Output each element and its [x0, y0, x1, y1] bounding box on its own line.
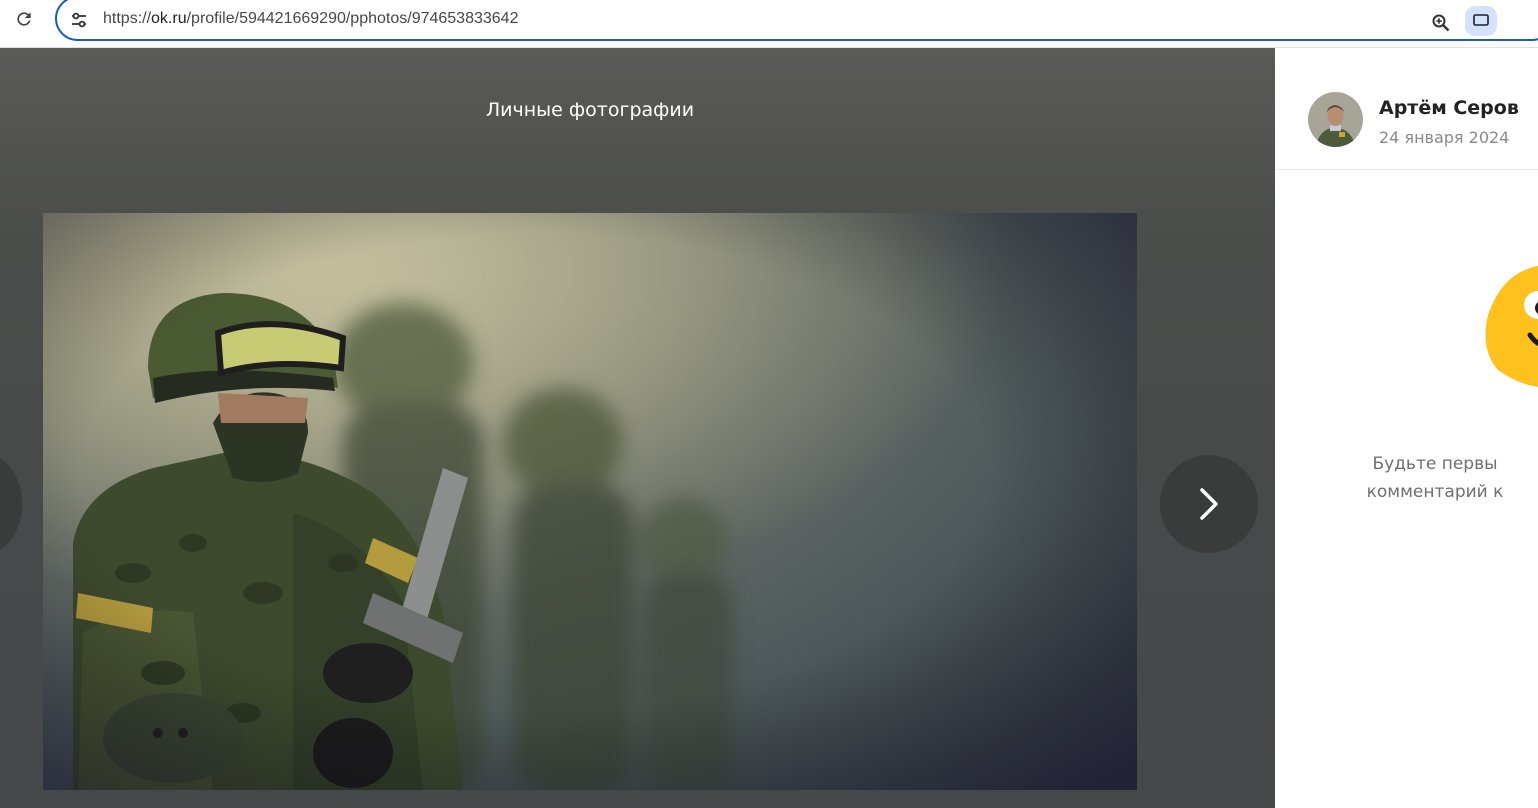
soldier-photo[interactable]: [43, 213, 1137, 790]
photo-viewer: Личные фотографии: [0, 48, 1275, 808]
empty-text-line1: Будьте первы: [1372, 454, 1498, 474]
author-header: Артём Серов 24 января 2024: [1275, 48, 1538, 170]
empty-comments-text: Будьте первы комментарий к: [1275, 450, 1538, 506]
url-host: ok.ru: [151, 10, 187, 27]
comments-panel: Артём Серов 24 января 2024 Будьте первы …: [1275, 48, 1538, 808]
reload-icon[interactable]: [10, 5, 38, 33]
previous-photo-button[interactable]: [0, 455, 22, 553]
empty-text-line2: комментарий к: [1366, 482, 1504, 502]
author-name[interactable]: Артём Серов: [1379, 97, 1519, 119]
album-title[interactable]: Личные фотографии: [0, 99, 1180, 121]
zoom-in-icon[interactable]: [1428, 10, 1454, 36]
avatar[interactable]: [1308, 92, 1363, 147]
address-bar[interactable]: https://ok.ru/profile/594421669290/pphot…: [55, 0, 1538, 41]
empty-comments-sticker: [1480, 260, 1538, 395]
browser-toolbar: https://ok.ru/profile/594421669290/pphot…: [0, 0, 1538, 48]
post-date: 24 января 2024: [1379, 128, 1510, 147]
chevron-right-icon: [1200, 488, 1218, 520]
url-path: /profile/594421669290/pphotos/9746538336…: [186, 10, 519, 27]
cast-icon[interactable]: [1465, 6, 1497, 36]
next-photo-button[interactable]: [1160, 455, 1258, 553]
url-scheme: https://: [103, 10, 152, 27]
url-text[interactable]: https://ok.ru/profile/594421669290/pphot…: [103, 10, 518, 28]
tune-icon[interactable]: [69, 10, 89, 30]
